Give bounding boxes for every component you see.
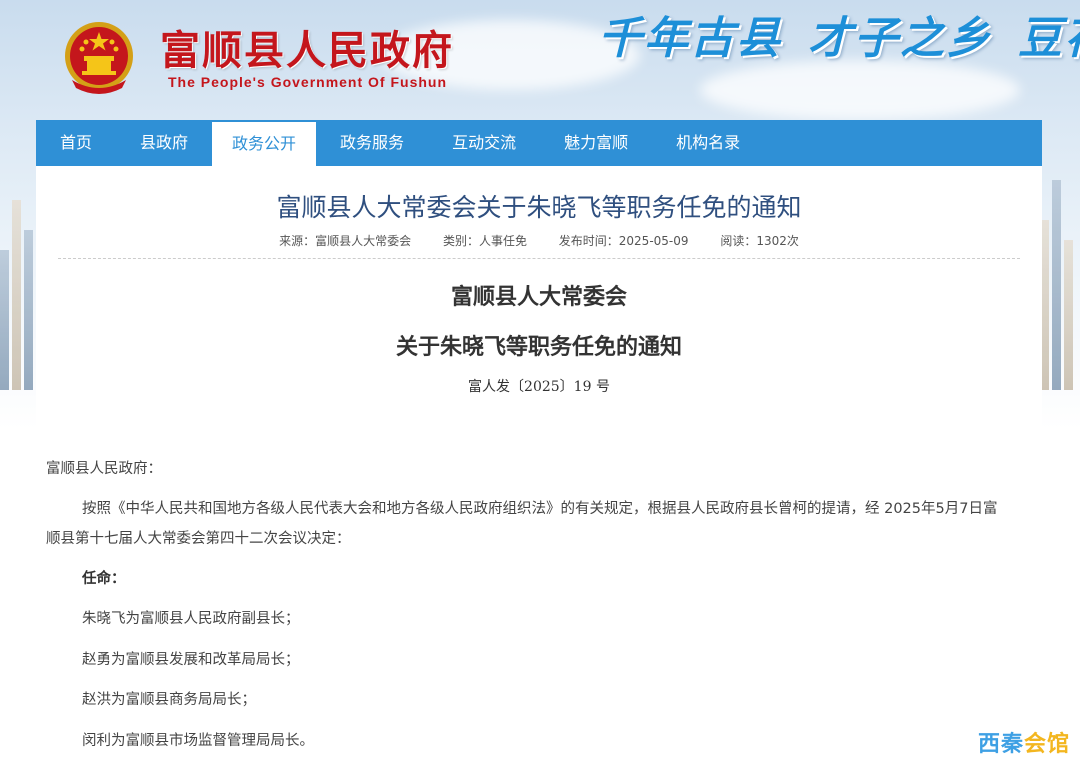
appointment-item: 赵勇为富顺县发展和改革局局长； bbox=[82, 652, 300, 668]
watermark-logo: 西秦会馆 bbox=[978, 726, 1070, 758]
nav-item-home[interactable]: 首页 bbox=[36, 120, 116, 166]
article-meta: 来源：富顺县人大常委会 类别：人事任免 发布时间：2025-05-09 阅读：1… bbox=[36, 232, 1042, 249]
city-skyline-right bbox=[1040, 150, 1080, 390]
slogan-banner: 千年古县才子之乡豆花 bbox=[598, 2, 1080, 66]
document-issuer: 富顺县人大常委会 bbox=[450, 285, 627, 310]
appointment-item: 闵利为富顺县市场监督管理局局长。 bbox=[82, 733, 314, 749]
nav-item-government-services[interactable]: 政务服务 bbox=[316, 120, 428, 166]
slogan-part: 千年古县 bbox=[598, 13, 782, 64]
meta-published: 发布时间：2025-05-09 bbox=[558, 234, 689, 248]
divider bbox=[58, 258, 1020, 259]
meta-source: 来源：富顺县人大常委会 bbox=[279, 234, 412, 248]
appointment-heading: 任命： bbox=[82, 571, 126, 587]
document-number: 富人发〔2025〕19 号 bbox=[468, 379, 610, 395]
cloud-decoration bbox=[700, 60, 1020, 120]
main-nav: 首页 县政府 政务公开 政务服务 互动交流 魅力富顺 机构名录 bbox=[36, 120, 1042, 166]
city-skyline-left bbox=[0, 150, 38, 390]
meta-views: 阅读：1302次 bbox=[720, 234, 799, 248]
site-name-english: The People's Government Of Fushun bbox=[168, 74, 448, 90]
nav-item-charm-fushun[interactable]: 魅力富顺 bbox=[540, 120, 652, 166]
national-emblem-icon[interactable] bbox=[62, 18, 136, 100]
slogan-part: 豆花 bbox=[1018, 13, 1080, 64]
intro-paragraph-line2: 顺县第十七届人大常委会第四十二次会议决定： bbox=[46, 531, 351, 547]
site-name[interactable]: 富顺县人民政府 bbox=[160, 18, 454, 76]
document-title: 关于朱晓飞等职务任免的通知 bbox=[395, 335, 682, 360]
nav-item-county-government[interactable]: 县政府 bbox=[116, 120, 212, 166]
appointment-item: 赵洪为富顺县商务局局长； bbox=[82, 692, 256, 708]
page-title: 富顺县人大常委会关于朱晓飞等职务任免的通知 bbox=[276, 193, 802, 222]
nav-item-institution-directory[interactable]: 机构名录 bbox=[652, 120, 764, 166]
intro-paragraph-line1: 按照《中华人民共和国地方各级人民代表大会和地方各级人民政府组织法》的有关规定，根… bbox=[82, 501, 998, 517]
salutation: 富顺县人民政府： bbox=[46, 461, 162, 477]
nav-item-government-affairs-disclosure[interactable]: 政务公开 bbox=[212, 122, 317, 166]
slogan-part: 才子之乡 bbox=[808, 13, 992, 64]
watermark-part: 会馆 bbox=[1023, 732, 1070, 757]
watermark-part: 西秦 bbox=[977, 732, 1024, 757]
nav-item-interaction[interactable]: 互动交流 bbox=[428, 120, 540, 166]
meta-category: 类别：人事任免 bbox=[442, 234, 527, 248]
appointment-item: 朱晓飞为富顺县人民政府副县长； bbox=[82, 611, 300, 627]
